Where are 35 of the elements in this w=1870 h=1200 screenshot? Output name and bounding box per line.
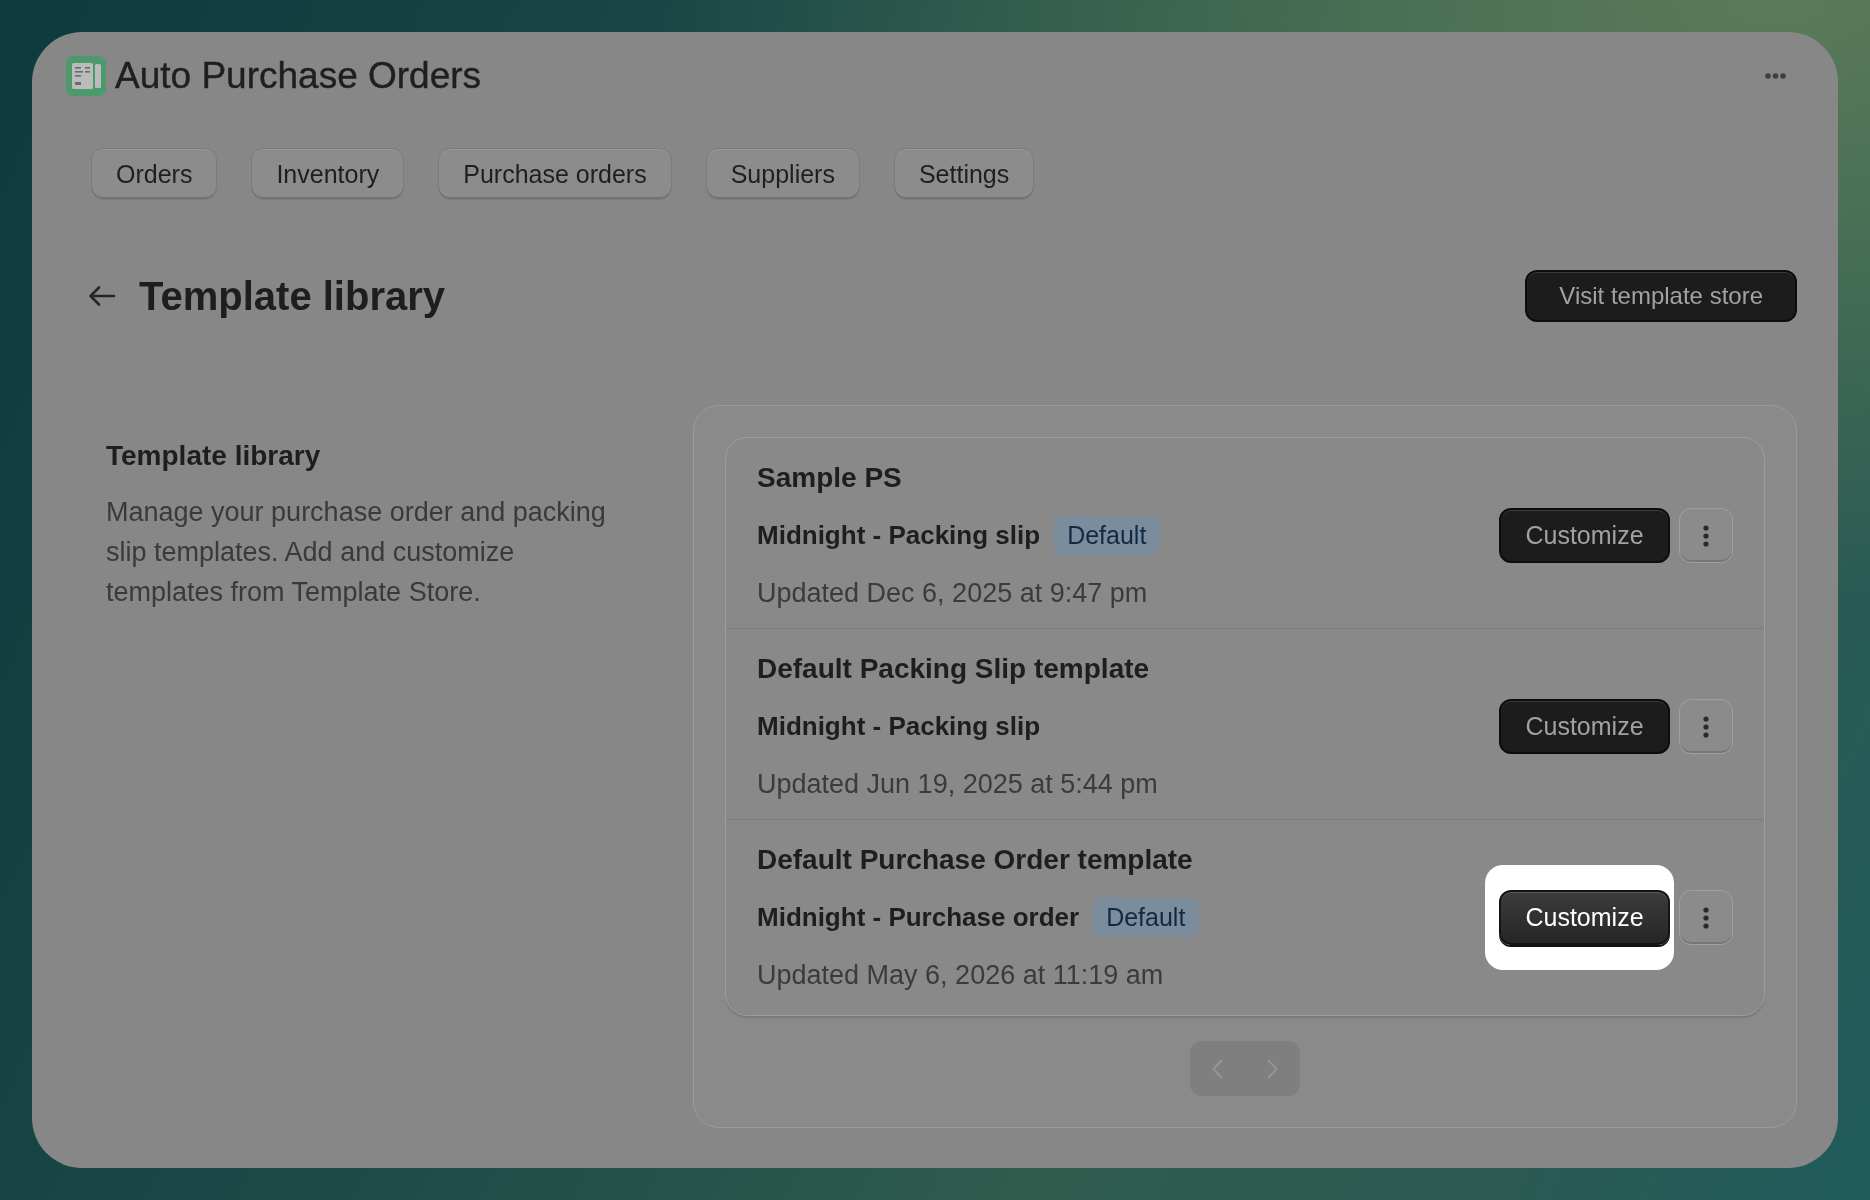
updated-date: Updated Jun 19, 2025 at 5:44 pm xyxy=(757,768,1159,801)
updated-date: Updated May 6, 2026 at 11:19 am xyxy=(757,959,1165,992)
default-badge: Default xyxy=(1053,516,1161,555)
default-badge: Default xyxy=(1092,898,1200,937)
template-name: Default Purchase Order template xyxy=(757,843,1194,877)
page-title: Template library xyxy=(139,273,446,320)
nav-tab[interactable]: Inventory xyxy=(251,148,405,200)
app-title: Auto Purchase Orders xyxy=(115,56,482,96)
app-logo-icon xyxy=(66,56,106,96)
visit-template-store-button[interactable]: Visit template store xyxy=(1525,270,1797,322)
more-actions-button[interactable] xyxy=(1679,890,1733,945)
template-layout-name: Midnight - Packing slip xyxy=(757,520,1041,551)
more-actions-button[interactable] xyxy=(1679,699,1733,754)
more-options-button[interactable] xyxy=(1765,73,1786,79)
nav-tab[interactable]: Settings xyxy=(893,148,1035,200)
template-name: Default Packing Slip template xyxy=(757,652,1151,686)
nav-tab[interactable]: Suppliers xyxy=(705,148,860,200)
nav-tab[interactable]: Orders xyxy=(91,148,218,200)
customize-button[interactable]: Customize xyxy=(1499,699,1670,754)
back-arrow-icon xyxy=(88,285,116,307)
customize-button[interactable]: Customize xyxy=(1499,508,1670,563)
vertical-dots-icon xyxy=(1703,524,1709,547)
customize-button[interactable]: Customize xyxy=(1499,890,1670,945)
template-layout-name: Midnight - Packing slip xyxy=(757,711,1041,742)
nav-tab[interactable]: Purchase orders xyxy=(438,148,672,200)
section-title: Template library xyxy=(106,439,322,473)
section-description: Manage your purchase order and packing slip templates. Add and customize templates from Template Store. xyxy=(106,496,607,609)
vertical-dots-icon xyxy=(1703,715,1709,738)
back-button[interactable] xyxy=(88,285,116,307)
template-name: Sample PS xyxy=(757,461,903,495)
ellipsis-icon xyxy=(1765,73,1786,79)
more-actions-button[interactable] xyxy=(1679,508,1733,563)
updated-date: Updated Dec 6, 2025 at 9:47 pm xyxy=(757,577,1149,610)
vertical-dots-icon xyxy=(1703,906,1709,929)
template-layout-name: Midnight - Purchase order xyxy=(757,902,1080,933)
